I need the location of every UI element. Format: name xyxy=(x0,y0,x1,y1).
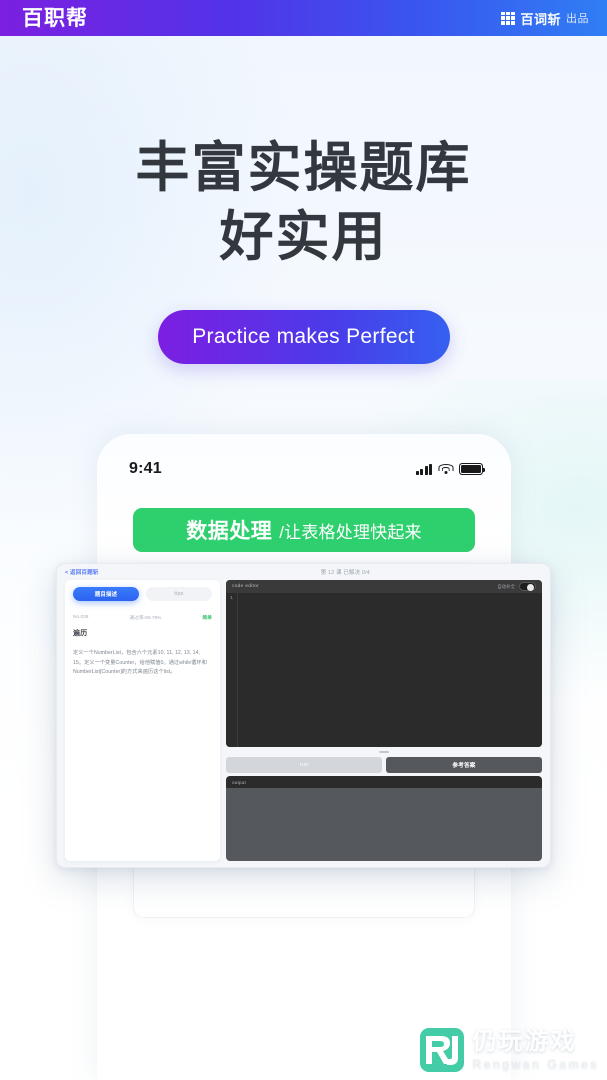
status-bar: 9:41 xyxy=(97,434,511,490)
watermark: 仍玩游戏 Rengwan Games xyxy=(420,1028,599,1072)
watermark-name-cn: 仍玩游戏 xyxy=(472,1028,577,1056)
tab-problem-description[interactable]: 题目描述 xyxy=(73,587,139,601)
code-editor[interactable]: code editor 自动补全 1 xyxy=(226,580,542,747)
line-number: 1 xyxy=(230,596,233,601)
problem-pane: 题目描述 tips No.039 通过率:99.78% 简单 遍历 定义一个Nu… xyxy=(65,580,220,861)
editor-pane: code editor 自动补全 1 run 参考答案 output xyxy=(226,580,542,861)
battery-full-icon xyxy=(459,463,485,475)
output-header: output xyxy=(226,776,542,788)
watermark-text: 仍玩游戏 Rengwan Games xyxy=(472,1029,599,1070)
status-time: 9:41 xyxy=(129,460,162,477)
banner-top-subtitle: /让表格处理快起来 xyxy=(279,522,422,542)
output-content xyxy=(226,788,542,861)
autocomplete-label: 自动补全 xyxy=(497,583,515,589)
resize-handle[interactable] xyxy=(226,750,542,754)
publisher-name: 百词斩 xyxy=(520,11,561,27)
grid-icon xyxy=(501,11,516,25)
watermark-logo-icon xyxy=(420,1028,465,1072)
cellular-signal-icon xyxy=(415,463,432,475)
wifi-icon xyxy=(438,463,453,475)
output-title: output xyxy=(232,779,246,785)
line-number-gutter: 1 xyxy=(226,593,238,747)
output-panel: output xyxy=(226,776,542,861)
tab-tips[interactable]: tips xyxy=(146,587,212,601)
problem-body: 定义一个NumberList，包含六个元素10, 11, 12, 13, 14,… xyxy=(73,650,207,676)
reference-answer-button[interactable]: 参考答案 xyxy=(386,757,542,773)
top-bar: 百职帮 百词斩 出品 xyxy=(0,0,607,36)
problem-pass-rate: 通过率:99.78% xyxy=(129,616,162,621)
app-logo[interactable]: 百职帮 xyxy=(22,8,88,29)
headline-line-2: 好实用 xyxy=(219,207,388,268)
status-indicators xyxy=(415,463,485,475)
autocomplete-toggle-group[interactable]: 自动补全 xyxy=(497,582,536,591)
code-editor-area[interactable]: 1 xyxy=(226,593,542,747)
lesson-progress-label: 第 12 课 已解决 0/4 xyxy=(320,570,370,576)
tablet-header: < 返回百题斩 第 12 课 已解决 0/4 xyxy=(57,564,550,580)
problem-meta: No.039 通过率:99.78% 简单 xyxy=(73,614,212,621)
publisher-suffix: 出品 xyxy=(566,13,589,25)
code-editor-header: code editor 自动补全 xyxy=(226,580,542,593)
editor-button-row: run 参考答案 xyxy=(226,757,542,773)
back-link[interactable]: < 返回百题斩 xyxy=(65,568,99,576)
status-badge: 简单 xyxy=(202,616,212,621)
headline-line-1: 丰富实操题库 xyxy=(135,138,472,198)
autocomplete-toggle[interactable] xyxy=(519,582,536,591)
code-input[interactable] xyxy=(238,593,542,747)
publisher-credit: 百词斩 出品 xyxy=(501,9,589,28)
tablet-body: 题目描述 tips No.039 通过率:99.78% 简单 遍历 定义一个Nu… xyxy=(57,580,550,867)
hero-section: 丰富实操题库 好实用 Practice makes Perfect xyxy=(0,36,607,365)
code-editor-title: code editor xyxy=(232,584,260,589)
watermark-name-en: Rengwan Games xyxy=(472,1056,599,1071)
banner-top-title: 数据处理 xyxy=(186,520,273,543)
section-banner-data-processing: 数据处理 /让表格处理快起来 xyxy=(133,508,475,552)
tablet-screenshot-overlay: < 返回百题斩 第 12 课 已解决 0/4 题目描述 tips No.039 … xyxy=(56,563,551,868)
run-button[interactable]: run xyxy=(226,757,382,773)
cta-button[interactable]: Practice makes Perfect xyxy=(157,310,450,365)
problem-title: 遍历 xyxy=(73,630,88,637)
problem-tabs: 题目描述 tips xyxy=(73,587,212,601)
problem-number: No.039 xyxy=(73,615,89,620)
page-title: 丰富实操题库 好实用 xyxy=(0,134,607,272)
